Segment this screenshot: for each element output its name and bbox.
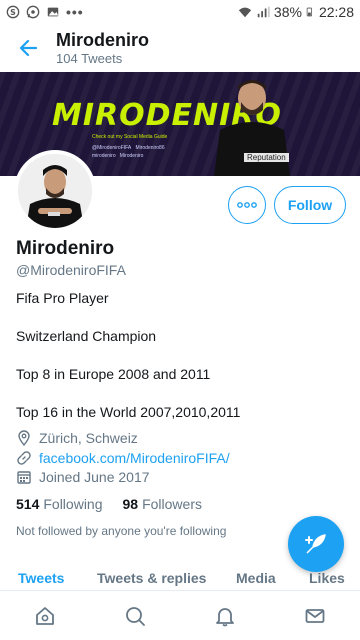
banner-socials: @MirodeniroFIFA Mirodeniro86 mirodeniro … [92, 144, 202, 160]
tab-likes[interactable]: Likes [309, 570, 345, 586]
signal-icon [257, 6, 270, 18]
bio-line: Top 16 in the World 2007,2010,2011 [16, 404, 241, 420]
banner-social: Mirodeniro [119, 153, 144, 159]
bio-line: Switzerland Champion [16, 328, 157, 344]
followers-label: Followers [142, 496, 202, 512]
back-button[interactable] [0, 24, 56, 72]
status-system: 38% 22:28 [238, 4, 354, 20]
location-row: Zürich, Schweiz [16, 430, 138, 446]
website-link[interactable]: facebook.com/MirodeniroFIFA/ [39, 450, 230, 466]
following-number: 514 [16, 496, 40, 512]
notifications-icon [216, 607, 234, 626]
banner-social: Mirodeniro86 [135, 145, 165, 151]
link-icon [17, 451, 31, 465]
profile-name: Mirodeniro [16, 238, 115, 259]
website-row: facebook.com/MirodeniroFIFA/ [16, 450, 230, 466]
followers-count[interactable]: 98 Followers [123, 496, 202, 512]
header-titles: Mirodeniro 104 Tweets [56, 29, 149, 67]
banner-subtitle: Check out my Social Media Guide [92, 134, 168, 140]
header-name: Mirodeniro [56, 30, 149, 50]
banner-social: @MirodeniroFIFA [92, 145, 132, 151]
arrow-left-icon [19, 39, 38, 57]
followers-number: 98 [122, 496, 139, 512]
follow-button[interactable]: Follow [274, 186, 346, 224]
profile-header: Mirodeniro 104 Tweets [0, 24, 360, 72]
more-dots-icon: ••• [66, 4, 84, 20]
calendar-icon [17, 471, 31, 484]
tab-media[interactable]: Media [236, 570, 276, 586]
wifi-icon [238, 7, 252, 18]
nav-home[interactable] [23, 594, 67, 638]
banner-social: mirodeniro [92, 153, 116, 159]
tab-tweets[interactable]: Tweets [18, 570, 64, 586]
bottom-navigation [0, 590, 360, 640]
avatar-image [18, 154, 92, 228]
compose-tweet-button[interactable] [288, 516, 344, 572]
avatar[interactable] [14, 150, 96, 232]
bio-line: Fifa Pro Player [16, 290, 109, 306]
location-text: Zürich, Schweiz [39, 430, 138, 446]
clock: 22:28 [318, 4, 354, 20]
home-icon [36, 606, 54, 625]
joined-text: Joined June 2017 [39, 469, 150, 485]
profile-handle: @MirodeniroFIFA [16, 262, 126, 278]
banner-shirt-text: Reputation [244, 153, 289, 162]
messages-icon [305, 608, 325, 623]
battery-icon [306, 7, 312, 17]
joined-row: Joined June 2017 [16, 469, 150, 485]
search-icon [126, 606, 145, 626]
nav-notifications[interactable] [203, 594, 247, 638]
status-notification-icons: S ••• [6, 4, 84, 20]
tab-tweets-replies[interactable]: Tweets & replies [97, 570, 206, 586]
image-icon [47, 7, 59, 17]
location-pin-icon [18, 430, 30, 446]
svg-text:S: S [10, 8, 16, 17]
follow-counts: 514 Following 98 Followers [16, 496, 202, 512]
compose-feather-icon [305, 534, 326, 554]
skype-icon: S [6, 5, 20, 19]
not-followed-notice: Not followed by anyone you're following [16, 524, 227, 538]
bio-line: Top 8 in Europe 2008 and 2011 [16, 366, 211, 382]
more-dots-icon [237, 202, 257, 208]
status-bar: S ••• 38% 22:28 [0, 0, 360, 24]
battery-percent: 38% [273, 4, 302, 20]
following-count[interactable]: 514 Following [16, 496, 103, 512]
following-label: Following [43, 496, 103, 512]
whatsapp-icon [26, 5, 40, 19]
more-options-button[interactable] [228, 186, 266, 224]
nav-messages[interactable] [293, 594, 337, 638]
header-tweet-count: 104 Tweets [56, 51, 123, 66]
nav-search[interactable] [113, 594, 157, 638]
